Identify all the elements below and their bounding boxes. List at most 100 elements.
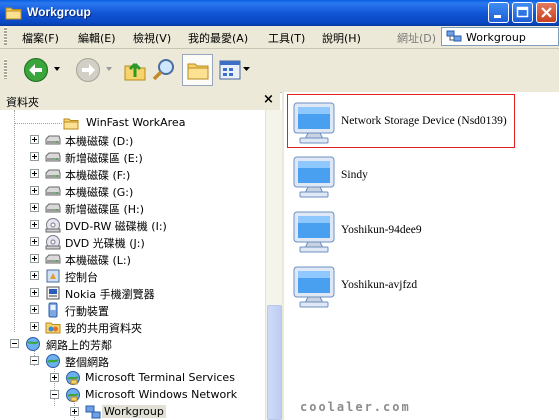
menu-grip[interactable] [4, 27, 7, 45]
network-computer-item[interactable]: Sindy [284, 150, 544, 200]
expand-icon[interactable] [30, 254, 39, 263]
back-dropdown-chevron-icon[interactable] [53, 65, 61, 73]
tree-item-label: 網路上的芳鄰 [46, 339, 112, 352]
views-dropdown-chevron-icon[interactable] [243, 66, 250, 73]
tree-item-mobile-devices[interactable]: 行動裝置 [0, 301, 265, 318]
network-computer-item[interactable]: Yoshikun-avjfzd [284, 260, 544, 310]
menu-edit[interactable]: 編輯(E) [78, 30, 116, 46]
drive-icon [45, 186, 61, 196]
collapse-icon[interactable] [30, 356, 39, 365]
phone-browser-icon [46, 286, 60, 300]
tree-item-label: Microsoft Windows Network [85, 388, 238, 401]
minimize-button[interactable] [488, 2, 509, 23]
close-icon [541, 7, 552, 18]
menu-view[interactable]: 檢視(V) [133, 30, 171, 46]
network-computer-item[interactable]: Network Storage Device (Nsd0139) [284, 96, 544, 146]
expand-icon[interactable] [30, 237, 39, 246]
tree-item-network-places[interactable]: 網路上的芳鄰 [0, 335, 265, 352]
folder-icon [5, 7, 22, 20]
up-folder-icon[interactable] [122, 57, 148, 83]
tree-item-shared-folders[interactable]: 我的共用資料夾 [0, 318, 265, 335]
tree-item-label: DVD-RW 磁碟機 (I:) [65, 220, 167, 233]
computer-name: Network Storage Device (Nsd0139) [341, 115, 507, 127]
tree-item-dvdrw-i[interactable]: DVD-RW 磁碟機 (I:) [0, 216, 265, 233]
menu-help[interactable]: 說明(H) [322, 30, 361, 46]
maximize-button[interactable] [512, 2, 533, 23]
computer-icon [293, 266, 335, 308]
entire-network-icon [46, 354, 60, 368]
address-bar[interactable]: Workgroup [441, 27, 559, 46]
tree-item-winfast-workarea[interactable]: WinFast WorkArea [0, 114, 265, 131]
content-pane: Network Storage Device (Nsd0139) Sindy Y… [284, 92, 559, 420]
tree-item-label: 行動裝置 [65, 305, 109, 318]
expand-icon[interactable] [70, 407, 79, 416]
back-arrow-icon[interactable] [23, 57, 49, 83]
expand-icon[interactable] [30, 186, 39, 195]
close-pane-icon[interactable]: × [263, 92, 274, 107]
tree-item-drive-f[interactable]: 本機磁碟 (F:) [0, 165, 265, 182]
menu-tools[interactable]: 工具(T) [268, 30, 305, 46]
forward-dropdown-chevron-icon[interactable] [105, 65, 113, 73]
tree-item-drive-g[interactable]: 本機磁碟 (G:) [0, 182, 265, 199]
expand-icon[interactable] [30, 203, 39, 212]
tree-item-drive-h[interactable]: 新增磁碟區 (H:) [0, 199, 265, 216]
network-places-icon [26, 337, 40, 351]
tree-item-dvd-j[interactable]: DVD 光碟機 (J:) [0, 233, 265, 250]
drive-icon [45, 152, 61, 162]
tree-item-label: 本機磁碟 (L:) [65, 254, 131, 267]
expand-icon[interactable] [30, 152, 39, 161]
expand-icon[interactable] [30, 169, 39, 178]
folder-icon [63, 118, 79, 130]
collapse-icon[interactable] [10, 339, 19, 348]
tree-item-label: 本機磁碟 (G:) [65, 186, 134, 199]
tree-item-workgroup[interactable]: Workgroup [0, 403, 265, 420]
tree-item-drive-d[interactable]: 本機磁碟 (D:) [0, 131, 265, 148]
tree-item-label: 本機磁碟 (D:) [65, 135, 134, 148]
forward-arrow-icon[interactable] [75, 57, 101, 83]
window-title: Workgroup [27, 5, 91, 19]
tree-scrollbar[interactable] [265, 110, 283, 420]
expand-icon[interactable] [30, 220, 39, 229]
computer-icon [293, 102, 335, 144]
close-button[interactable] [536, 2, 557, 23]
menu-file[interactable]: 檔案(F) [22, 30, 59, 46]
title-bar[interactable]: Workgroup [0, 0, 559, 26]
tree-item-nokia-browser[interactable]: Nokia 手機瀏覽器 [0, 284, 265, 301]
toolbar-grip[interactable] [4, 59, 7, 79]
expand-icon[interactable] [30, 135, 39, 144]
folders-pane-title: 資料夾 [6, 96, 39, 109]
computer-name: Yoshikun-94dee9 [341, 224, 422, 236]
drive-icon [45, 135, 61, 145]
tree-item-control-panel[interactable]: 控制台 [0, 267, 265, 284]
tree-item-entire-network[interactable]: 整個網路 [0, 352, 265, 369]
computer-icon [293, 156, 335, 198]
tree-item-windows-network[interactable]: Microsoft Windows Network [0, 386, 265, 403]
tree-item-label: 新增磁碟區 (E:) [65, 152, 143, 165]
expand-icon[interactable] [30, 288, 39, 297]
maximize-icon [516, 6, 529, 18]
views-icon[interactable] [219, 60, 241, 80]
control-panel-icon [46, 269, 60, 283]
network-computer-item[interactable]: Yoshikun-94dee9 [284, 205, 544, 255]
search-icon[interactable] [151, 57, 177, 83]
workgroup-icon [85, 405, 101, 419]
tree-item-terminal-services[interactable]: Microsoft Terminal Services [0, 369, 265, 386]
expand-icon[interactable] [50, 373, 59, 382]
folders-button[interactable] [182, 54, 213, 86]
tree-item-label: 整個網路 [65, 356, 109, 369]
drive-icon [45, 169, 61, 179]
expand-icon[interactable] [30, 322, 39, 331]
scrollbar-thumb[interactable] [267, 305, 282, 420]
menu-favorites[interactable]: 我的最愛(A) [188, 30, 248, 46]
tree-item-label: 新增磁碟區 (H:) [65, 203, 145, 216]
watermark: coolaler.com [300, 400, 411, 414]
expand-icon[interactable] [30, 305, 39, 314]
tree-item-drive-l[interactable]: 本機磁碟 (L:) [0, 250, 265, 267]
folder-tree: WinFast WorkArea 本機磁碟 (D:) 新增磁碟區 (E:) 本機… [0, 110, 265, 420]
collapse-icon[interactable] [50, 390, 59, 399]
address-label: 網址(D) [397, 32, 437, 45]
computer-icon [293, 211, 335, 253]
tree-item-drive-e[interactable]: 新增磁碟區 (E:) [0, 148, 265, 165]
dvd-drive-icon [45, 235, 61, 250]
expand-icon[interactable] [30, 271, 39, 280]
